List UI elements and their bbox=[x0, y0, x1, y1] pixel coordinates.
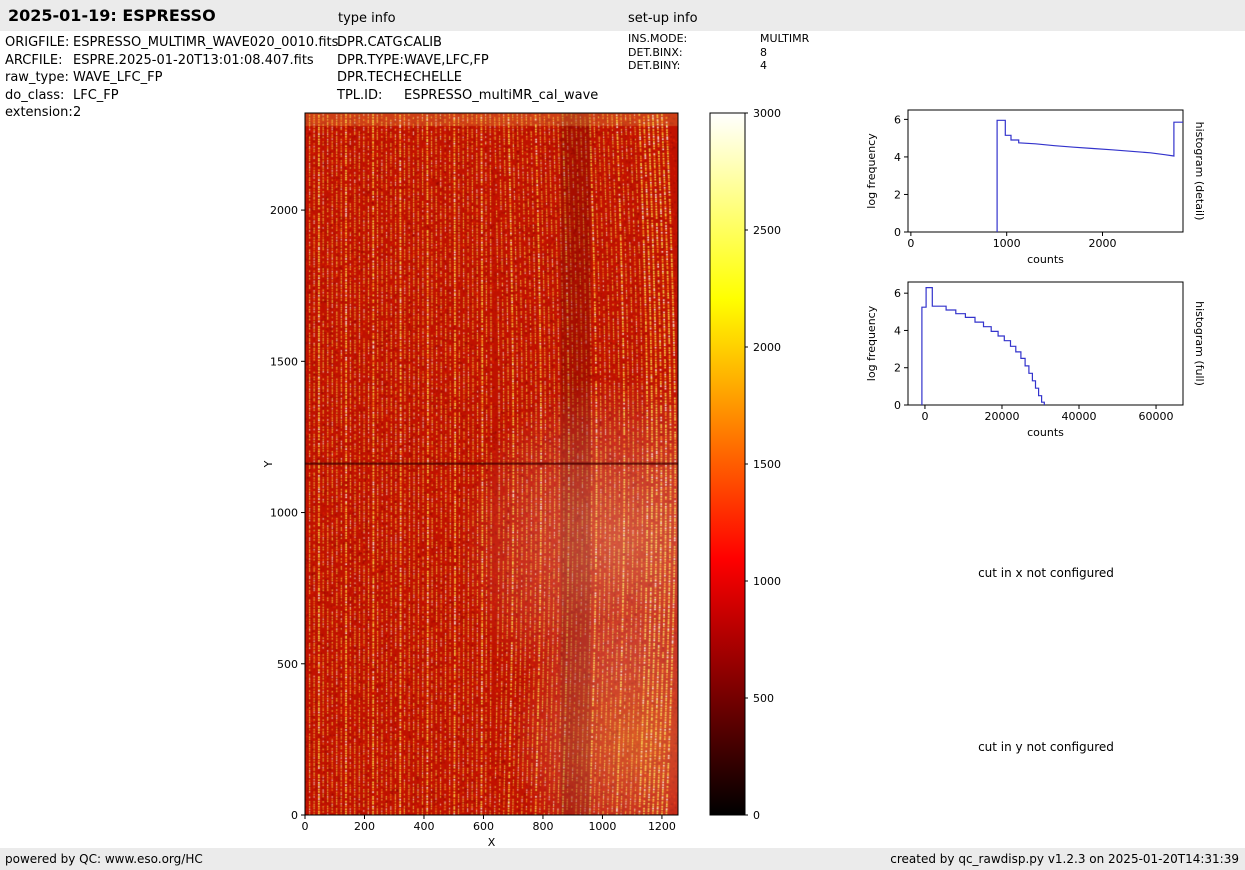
meta-row-doclass: do_class:LFC_FP bbox=[5, 87, 338, 105]
histogram-full-plot: 0 20000 40000 60000 0 2 4 6 counts log frequency h… bbox=[860, 272, 1210, 450]
raw-frame-figure: 0200400600800100012000500100015002000XY0… bbox=[255, 105, 825, 870]
meta-label: DPR.TYPE: bbox=[337, 52, 404, 70]
svg-text:2000: 2000 bbox=[753, 341, 781, 354]
svg-text:counts: counts bbox=[1027, 253, 1064, 266]
meta-row-tplid: TPL.ID:ESPRESSO_multiMR_cal_wave bbox=[337, 87, 598, 105]
meta-row-insmode: INS.MODE:MULTIMR bbox=[628, 32, 809, 46]
svg-text:2: 2 bbox=[894, 188, 901, 201]
svg-text:1000: 1000 bbox=[270, 507, 298, 520]
svg-text:4: 4 bbox=[894, 151, 901, 164]
svg-text:200: 200 bbox=[354, 820, 375, 833]
meta-label: ARCFILE: bbox=[5, 52, 73, 70]
histogram-detail-plot: 0 1000 2000 0 2 4 6 counts log frequency histogra… bbox=[860, 100, 1210, 278]
svg-text:0: 0 bbox=[894, 399, 901, 412]
svg-text:1000: 1000 bbox=[753, 575, 781, 588]
meta-label: do_class: bbox=[5, 87, 73, 105]
meta-row-detbiny: DET.BINY:4 bbox=[628, 59, 809, 73]
meta-row-arcfile: ARCFILE:ESPRE.2025-01-20T13:01:08.407.fi… bbox=[5, 52, 338, 70]
meta-value: LFC_FP bbox=[73, 88, 119, 103]
type-info-column: DPR.CATG:CALIB DPR.TYPE:WAVE,LFC,FP DPR.… bbox=[337, 34, 598, 104]
meta-row-dprtech: DPR.TECH:ECHELLE bbox=[337, 69, 598, 87]
svg-text:log frequency: log frequency bbox=[865, 305, 878, 381]
svg-text:2000: 2000 bbox=[1089, 237, 1117, 250]
meta-value: 8 bbox=[760, 46, 767, 59]
meta-value: 2 bbox=[73, 105, 81, 120]
cut-y-message: cut in y not configured bbox=[896, 740, 1196, 754]
meta-value: 4 bbox=[760, 59, 767, 72]
svg-text:0: 0 bbox=[907, 237, 914, 250]
meta-label: ORIGFILE: bbox=[5, 34, 73, 52]
raw-frame-heatmap bbox=[305, 113, 678, 815]
meta-value: ESPRESSO_multiMR_cal_wave bbox=[404, 88, 598, 103]
header-bar: 2025-01-19: ESPRESSO type info set-up in… bbox=[0, 0, 1245, 31]
type-info-heading: type info bbox=[338, 11, 396, 26]
setup-info-heading: set-up info bbox=[628, 11, 698, 26]
meta-value: ECHELLE bbox=[404, 70, 462, 85]
meta-row-dprcatg: DPR.CATG:CALIB bbox=[337, 34, 598, 52]
meta-row-detbinx: DET.BINX:8 bbox=[628, 46, 809, 60]
footer-powered-by: powered by QC: www.eso.org/HC bbox=[5, 852, 203, 866]
meta-label: INS.MODE: bbox=[628, 32, 760, 46]
svg-text:1500: 1500 bbox=[753, 458, 781, 471]
footer-bar: powered by QC: www.eso.org/HC created by… bbox=[0, 848, 1245, 870]
meta-value: MULTIMR bbox=[760, 32, 809, 45]
meta-value: WAVE,LFC,FP bbox=[404, 53, 489, 68]
svg-text:0: 0 bbox=[753, 809, 760, 822]
svg-text:0: 0 bbox=[921, 410, 928, 423]
meta-label: TPL.ID: bbox=[337, 87, 404, 105]
setup-info-column: INS.MODE:MULTIMR DET.BINX:8 DET.BINY:4 bbox=[628, 32, 809, 73]
svg-text:2500: 2500 bbox=[753, 224, 781, 237]
svg-text:40000: 40000 bbox=[1062, 410, 1097, 423]
qc-report-page: 2025-01-19: ESPRESSO type info set-up in… bbox=[0, 0, 1245, 870]
meta-label: DET.BINY: bbox=[628, 59, 760, 73]
svg-text:histogram (detail): histogram (detail) bbox=[1193, 122, 1206, 221]
svg-text:Y: Y bbox=[262, 460, 275, 468]
cut-x-message: cut in x not configured bbox=[896, 566, 1196, 580]
svg-text:1200: 1200 bbox=[648, 820, 676, 833]
meta-label: DET.BINX: bbox=[628, 46, 760, 60]
svg-text:histogram (full): histogram (full) bbox=[1193, 301, 1206, 386]
svg-text:500: 500 bbox=[277, 658, 298, 671]
svg-text:20000: 20000 bbox=[984, 410, 1019, 423]
svg-text:3000: 3000 bbox=[753, 107, 781, 120]
svg-text:1000: 1000 bbox=[588, 820, 616, 833]
svg-text:600: 600 bbox=[473, 820, 494, 833]
svg-text:2: 2 bbox=[894, 362, 901, 375]
meta-label: DPR.TECH: bbox=[337, 69, 404, 87]
svg-text:6: 6 bbox=[894, 287, 901, 300]
svg-text:4: 4 bbox=[894, 324, 901, 337]
svg-text:counts: counts bbox=[1027, 426, 1064, 439]
svg-text:0: 0 bbox=[291, 809, 298, 822]
svg-text:1500: 1500 bbox=[270, 355, 298, 368]
meta-label: raw_type: bbox=[5, 69, 73, 87]
meta-label: extension: bbox=[5, 104, 73, 122]
meta-value: WAVE_LFC_FP bbox=[73, 70, 162, 85]
svg-text:0: 0 bbox=[894, 226, 901, 239]
meta-row-dprtype: DPR.TYPE:WAVE,LFC,FP bbox=[337, 52, 598, 70]
svg-text:0: 0 bbox=[302, 820, 309, 833]
meta-row-rawtype: raw_type:WAVE_LFC_FP bbox=[5, 69, 338, 87]
page-title: 2025-01-19: ESPRESSO bbox=[8, 6, 216, 25]
meta-value: ESPRESSO_MULTIMR_WAVE020_0010.fits bbox=[73, 35, 338, 50]
svg-text:500: 500 bbox=[753, 692, 774, 705]
footer-created-by: created by qc_rawdisp.py v1.2.3 on 2025-… bbox=[890, 852, 1239, 866]
svg-text:6: 6 bbox=[894, 113, 901, 126]
svg-text:1000: 1000 bbox=[993, 237, 1021, 250]
meta-label: DPR.CATG: bbox=[337, 34, 404, 52]
svg-text:2000: 2000 bbox=[270, 204, 298, 217]
meta-value: CALIB bbox=[404, 35, 442, 50]
svg-text:60000: 60000 bbox=[1139, 410, 1174, 423]
meta-row-origfile: ORIGFILE:ESPRESSO_MULTIMR_WAVE020_0010.f… bbox=[5, 34, 338, 52]
svg-text:800: 800 bbox=[532, 820, 553, 833]
svg-text:log frequency: log frequency bbox=[865, 133, 878, 209]
svg-text:400: 400 bbox=[413, 820, 434, 833]
meta-value: ESPRE.2025-01-20T13:01:08.407.fits bbox=[73, 53, 314, 68]
